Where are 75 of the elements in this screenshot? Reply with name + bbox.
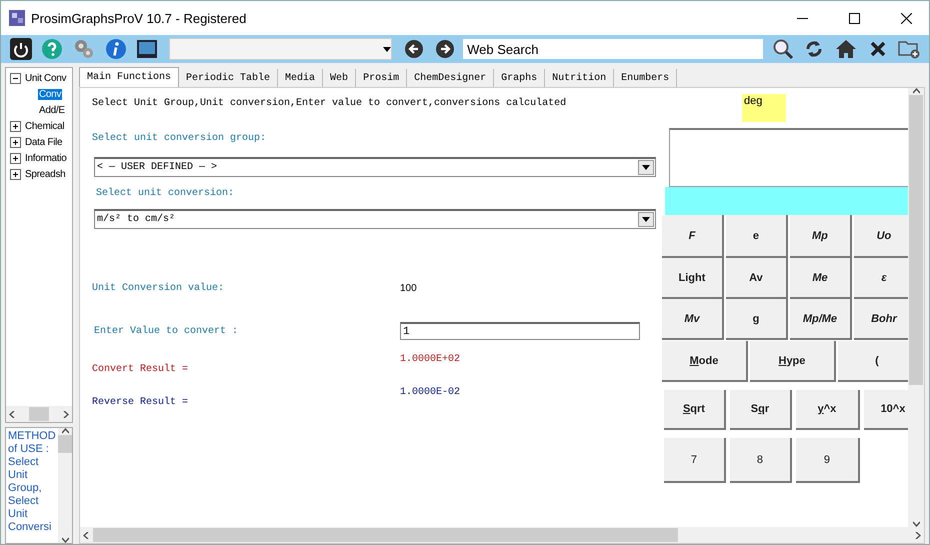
- field-label: Enter Value to convert :: [94, 326, 240, 336]
- tree-item[interactable]: Unit Conv: [24, 72, 68, 84]
- calculator-key[interactable]: Mode: [662, 341, 748, 382]
- maximize-icon: [848, 12, 860, 24]
- calculator-key[interactable]: ε: [854, 258, 908, 299]
- scroll-thumb[interactable]: [93, 528, 678, 542]
- calculator-key[interactable]: Sqr: [730, 390, 792, 430]
- calculator-key[interactable]: e: [726, 215, 788, 258]
- calculator-key[interactable]: 9: [796, 438, 860, 483]
- power-icon[interactable]: [7, 36, 35, 62]
- tree-item[interactable]: Spreadsh: [24, 168, 66, 180]
- scroll-right-icon[interactable]: [914, 532, 921, 538]
- group-dropdown[interactable]: < — USER DEFINED — >: [94, 157, 656, 177]
- expand-icon[interactable]: [10, 136, 21, 148]
- field-label: Convert Result =: [92, 364, 190, 375]
- calculator-key[interactable]: 7: [664, 438, 726, 483]
- horizontal-scrollbar[interactable]: [6, 406, 72, 422]
- expand-icon[interactable]: [10, 168, 21, 180]
- scroll-up-icon[interactable]: [912, 88, 920, 95]
- scroll-thumb[interactable]: [909, 95, 924, 385]
- calculator-key[interactable]: Mp: [790, 215, 852, 258]
- dropdown-arrow-icon: [642, 165, 650, 170]
- vertical-scrollbar[interactable]: [58, 428, 72, 543]
- window-title: ProsimGraphsProV 10.7 - Registered: [31, 10, 248, 26]
- calculator-key[interactable]: Uo: [854, 215, 908, 258]
- scroll-up-icon[interactable]: [62, 428, 70, 435]
- field-label: Select unit conversion group:: [92, 133, 268, 144]
- calculator-key[interactable]: Sqrt: [664, 390, 726, 430]
- collapse-icon[interactable]: [10, 72, 21, 84]
- scroll-down-icon[interactable]: [912, 520, 920, 527]
- method-text: METHOD of USE : Select Unit Group, Select Unit Conversi: [7, 429, 57, 535]
- vertical-scrollbar[interactable]: [908, 88, 924, 527]
- calculator-key[interactable]: F: [662, 215, 724, 258]
- calculator-key[interactable]: g: [726, 299, 788, 340]
- calculator-key[interactable]: y^x: [796, 390, 860, 430]
- field-label: Unit Conversion value:: [92, 283, 226, 294]
- calculator-key[interactable]: Mp/Me: [790, 299, 852, 340]
- calculator-key[interactable]: Mv: [662, 299, 724, 340]
- scroll-thumb[interactable]: [58, 435, 72, 453]
- calculator-key[interactable]: Hype: [750, 341, 836, 382]
- conversion-value: 100: [400, 283, 418, 294]
- conversion-dropdown[interactable]: m/s² to cm/s²: [94, 209, 656, 229]
- tab[interactable]: Main Functions: [79, 67, 180, 87]
- calculator-key[interactable]: Light: [662, 258, 724, 299]
- field-label: Select unit conversion:: [96, 188, 236, 199]
- scroll-left-icon[interactable]: [83, 532, 90, 538]
- scroll-thumb[interactable]: [29, 407, 49, 421]
- dropdown-arrow-icon: [382, 46, 391, 52]
- calculator-key[interactable]: Bohr: [854, 299, 908, 340]
- web-search-field[interactable]: Web Search: [463, 39, 763, 59]
- dropdown-arrow-icon: [642, 217, 650, 222]
- app-icon: [9, 10, 25, 26]
- tree-item[interactable]: Informatio: [24, 152, 68, 164]
- scroll-right-icon[interactable]: [62, 410, 69, 418]
- calculator-key[interactable]: 10^x: [864, 390, 908, 430]
- expand-icon[interactable]: [10, 152, 21, 164]
- reverse-result: 1.0000E-02: [400, 387, 462, 398]
- scroll-left-icon[interactable]: [9, 410, 16, 418]
- tree-item[interactable]: Chemical: [24, 120, 66, 132]
- calculator-key[interactable]: Me: [790, 258, 852, 299]
- horizontal-scrollbar[interactable]: [80, 527, 924, 543]
- tree-item[interactable]: Add/E: [38, 104, 66, 116]
- calculator-key[interactable]: Av: [726, 258, 788, 299]
- angle-mode-label: deg: [742, 94, 786, 122]
- tree-item[interactable]: Conv: [38, 88, 62, 100]
- field-label: Reverse Result =: [92, 397, 190, 408]
- calculator-key[interactable]: 8: [730, 438, 792, 483]
- convert-result: 1.0000E+02: [400, 354, 462, 365]
- value-input[interactable]: 1: [400, 322, 640, 340]
- tree-item[interactable]: Data File: [24, 136, 64, 148]
- calculator-key[interactable]: (: [838, 341, 908, 382]
- instructions-text: Select Unit Group,Unit conversion,Enter value to convert,conversions calculated: [92, 98, 568, 109]
- expand-icon[interactable]: [10, 120, 21, 132]
- close-icon: [900, 12, 912, 24]
- scroll-down-icon[interactable]: [62, 536, 70, 543]
